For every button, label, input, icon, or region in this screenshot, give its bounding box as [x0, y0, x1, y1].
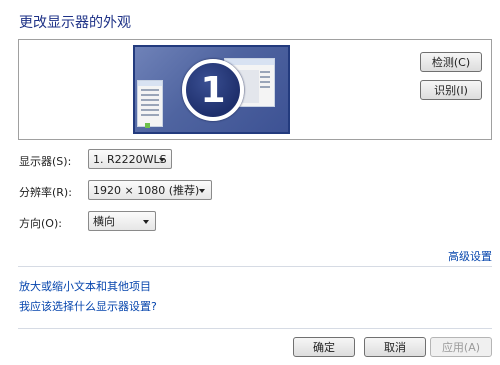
divider	[18, 328, 492, 329]
monitor-thumbnail[interactable]: 1	[133, 45, 290, 134]
apply-button[interactable]: 应用(A)	[430, 337, 492, 357]
display-select-value: 1. R2220WLS	[93, 152, 167, 166]
advanced-settings-link[interactable]: 高级设置	[448, 248, 492, 264]
chevron-down-icon	[159, 158, 165, 162]
chevron-down-icon	[143, 220, 149, 224]
start-icon	[145, 123, 150, 128]
identify-button[interactable]: 识别(I)	[420, 80, 482, 100]
preview-window-small	[137, 80, 163, 127]
detect-button[interactable]: 检测(C)	[420, 52, 482, 72]
orientation-select[interactable]: 横向	[88, 211, 156, 231]
which-settings-link[interactable]: 我应该选择什么显示器设置?	[19, 298, 157, 314]
resolution-select-value: 1920 × 1080 (推荐)	[93, 184, 200, 197]
divider	[18, 266, 492, 267]
orientation-label: 方向(O):	[19, 217, 62, 230]
chevron-down-icon	[199, 189, 205, 193]
monitor-number: 1	[200, 69, 226, 111]
page-title: 更改显示器的外观	[19, 15, 131, 31]
monitor-identity-badge: 1	[182, 59, 244, 121]
display-label: 显示器(S):	[19, 155, 72, 168]
resolution-label: 分辨率(R):	[19, 186, 72, 199]
display-select[interactable]: 1. R2220WLS	[88, 149, 172, 169]
text-size-link[interactable]: 放大或缩小文本和其他项目	[19, 278, 151, 294]
cancel-button[interactable]: 取消	[364, 337, 426, 357]
resolution-select[interactable]: 1920 × 1080 (推荐)	[88, 180, 212, 200]
orientation-select-value: 横向	[93, 215, 115, 228]
ok-button[interactable]: 确定	[293, 337, 355, 357]
